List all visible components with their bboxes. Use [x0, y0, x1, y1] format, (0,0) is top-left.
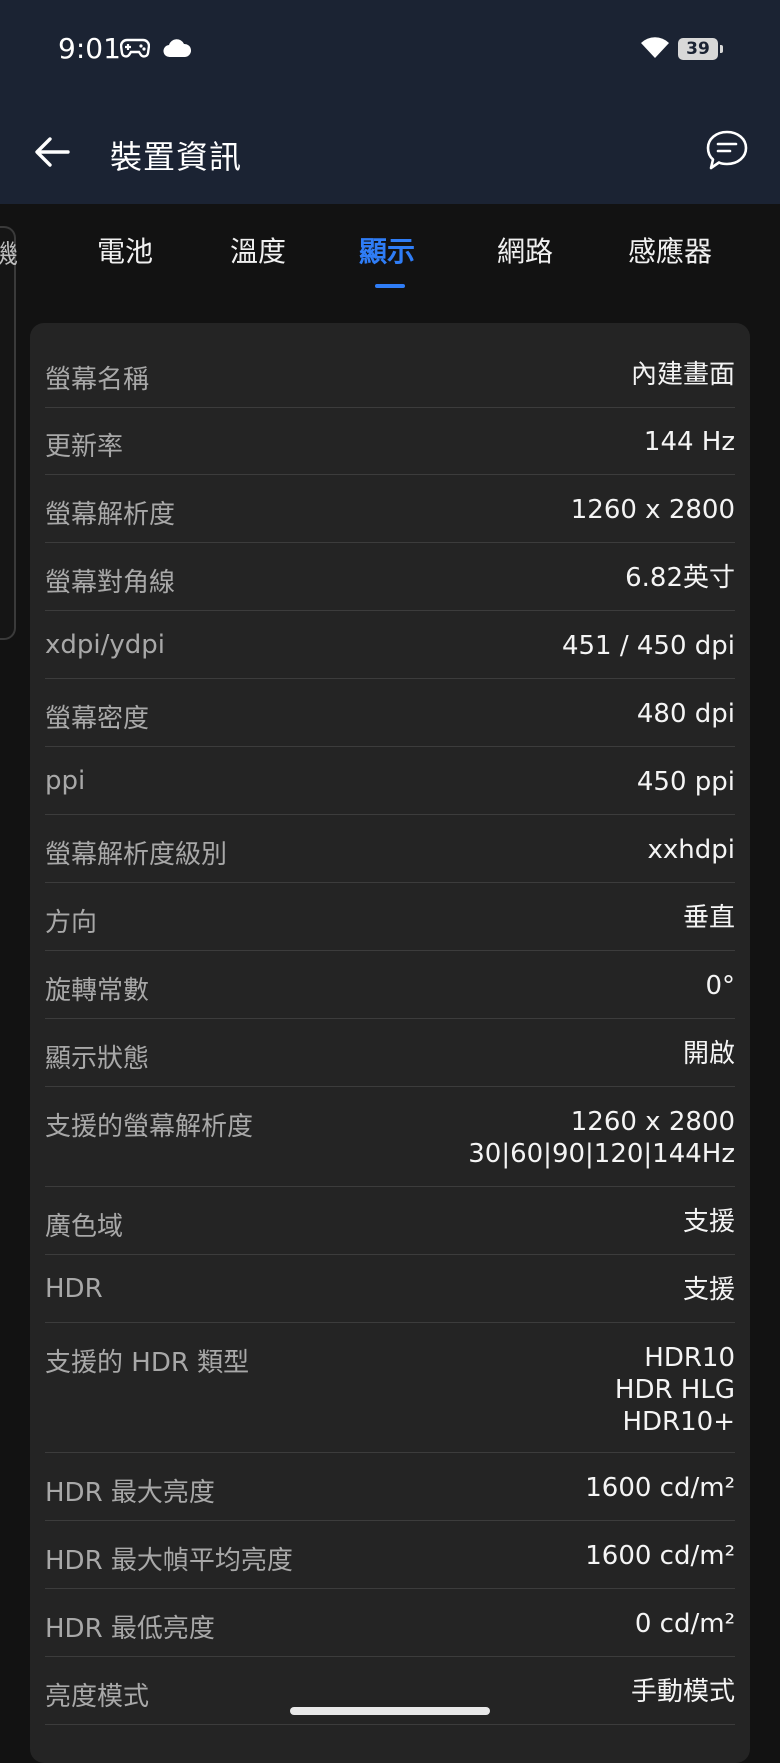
info-label: 支援的 HDR 類型 [45, 1348, 250, 1378]
info-label: 顯示狀態 [45, 1044, 150, 1074]
info-row-hdr-min-luminance: HDR 最低亮度 0 cd/m² [45, 1608, 735, 1657]
tab-sensors[interactable]: 感應器 [628, 230, 712, 270]
info-row-rotation: 旋轉常數 0° [45, 970, 735, 1019]
info-label: 螢幕解析度級別 [45, 840, 228, 870]
tab-peek-label[interactable]: 機 [0, 234, 18, 271]
info-row-wide-color-gamut: 廣色域 支援 [45, 1206, 735, 1255]
info-label: HDR 最低亮度 [45, 1614, 215, 1644]
info-row-hdr: HDR 支援 [45, 1274, 735, 1323]
info-value: 手動模式 [630, 1677, 735, 1707]
info-label: 方向 [45, 908, 98, 938]
info-value: 1260 x 2800 30|60|90|120|144Hz [468, 1107, 735, 1169]
info-row-density-bucket: 螢幕解析度級別 xxhdpi [45, 834, 735, 883]
active-tab-indicator [375, 284, 405, 288]
info-label: 亮度模式 [45, 1682, 150, 1712]
display-info-card: 螢幕名稱 內建畫面 更新率 144 Hz 螢幕解析度 1260 x 2800 螢… [30, 323, 750, 1763]
info-label: HDR 最大幀平均亮度 [45, 1546, 293, 1576]
toolbar: 裝置資訊 [0, 110, 780, 190]
status-time: 9:01 [58, 32, 121, 65]
cloud-icon [163, 39, 192, 58]
info-value: 480 dpi [636, 699, 735, 729]
info-row-orientation: 方向 垂直 [45, 902, 735, 951]
gamepad-icon [120, 38, 150, 58]
tab-bar: 機 電池 溫度 顯示 網路 感應器 [0, 204, 780, 640]
info-label: 螢幕對角線 [45, 568, 176, 598]
info-label: ppi [45, 766, 86, 796]
info-label: 更新率 [45, 432, 124, 462]
chat-bubble-icon[interactable] [704, 128, 750, 174]
info-row-hdr-max-avg-luminance: HDR 最大幀平均亮度 1600 cd/m² [45, 1540, 735, 1589]
status-bar: 9:01 39 [0, 0, 780, 100]
info-value: 6.82英寸 [625, 563, 735, 593]
info-row-resolution: 螢幕解析度 1260 x 2800 [45, 494, 735, 543]
app-header: 9:01 39 裝置資訊 [0, 0, 780, 204]
info-label: HDR [45, 1274, 103, 1304]
info-value: xxhdpi [647, 835, 735, 865]
info-value: 0° [705, 971, 735, 1001]
info-row-display-state: 顯示狀態 開啟 [45, 1038, 735, 1087]
info-row-hdr-types: 支援的 HDR 類型 HDR10 HDR HLG HDR10+ [45, 1342, 735, 1453]
info-value: 0 cd/m² [634, 1609, 735, 1639]
info-value: 開啟 [682, 1039, 735, 1069]
info-label: 螢幕解析度 [45, 500, 176, 530]
tab-battery[interactable]: 電池 [97, 230, 153, 270]
info-row-screen-name: 螢幕名稱 內建畫面 [45, 359, 735, 408]
info-label: xdpi/ydpi [45, 630, 165, 660]
info-row-hdr-max-luminance: HDR 最大亮度 1600 cd/m² [45, 1472, 735, 1521]
tab-peek-card [0, 226, 16, 640]
info-value: 內建畫面 [630, 360, 735, 390]
tab-network[interactable]: 網路 [497, 230, 553, 270]
info-row-brightness-mode: 亮度模式 手動模式 [45, 1676, 735, 1725]
info-row-xdpi-ydpi: xdpi/ydpi 451 / 450 dpi [45, 630, 735, 679]
info-row-ppi: ppi 450 ppi [45, 766, 735, 815]
info-row-density: 螢幕密度 480 dpi [45, 698, 735, 747]
info-row-supported-modes: 支援的螢幕解析度 1260 x 2800 30|60|90|120|144Hz [45, 1106, 735, 1187]
info-value: 1260 x 2800 [570, 495, 735, 525]
page-title: 裝置資訊 [110, 138, 243, 176]
info-value: 垂直 [682, 903, 735, 933]
info-label: 螢幕名稱 [45, 365, 150, 395]
info-label: 廣色域 [45, 1212, 124, 1242]
info-row-refresh-rate: 更新率 144 Hz [45, 426, 735, 475]
wifi-icon [641, 37, 669, 58]
info-value: 1600 cd/m² [585, 1473, 735, 1503]
info-value: 144 Hz [643, 427, 735, 457]
info-value: 451 / 450 dpi [561, 631, 735, 661]
info-row-diagonal: 螢幕對角線 6.82英寸 [45, 562, 735, 611]
tab-temperature[interactable]: 溫度 [230, 230, 286, 270]
info-label: HDR 最大亮度 [45, 1478, 215, 1508]
tab-display[interactable]: 顯示 [359, 230, 415, 270]
arrow-left-icon[interactable] [30, 130, 74, 174]
info-label: 螢幕密度 [45, 704, 150, 734]
info-value: 450 ppi [636, 767, 735, 797]
info-value: HDR10 HDR HLG HDR10+ [614, 1343, 735, 1437]
info-value: 支援 [682, 1207, 735, 1237]
info-label: 旋轉常數 [45, 976, 150, 1006]
info-label: 支援的螢幕解析度 [45, 1112, 254, 1142]
battery-icon: 39 [678, 38, 723, 60]
home-indicator[interactable] [290, 1707, 490, 1715]
info-value: 支援 [682, 1275, 735, 1305]
info-value: 1600 cd/m² [585, 1541, 735, 1571]
